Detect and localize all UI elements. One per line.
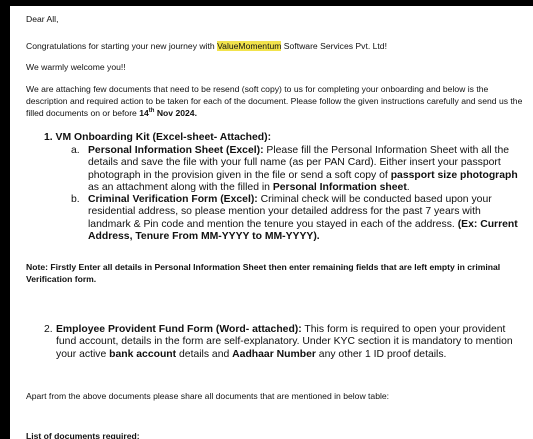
congrats-pre: Congratulations for starting your new jo…: [26, 41, 218, 51]
congratulations-line: Congratulations for starting your new jo…: [26, 41, 387, 53]
intro-text: We are attaching few documents that need…: [26, 84, 523, 118]
personal-info-sheet-bold: Personal Information sheet: [272, 181, 407, 193]
welcome-line: We warmly welcome you!!: [26, 62, 126, 72]
item1a-title: Personal Information Sheet (Excel):: [88, 145, 264, 156]
deadline-rest: Nov 2024.: [154, 108, 197, 118]
item2-title: Employee Provident Fund Form (Word- atta…: [56, 324, 302, 335]
note-paragraph: Note: Firstly Enter all details in Perso…: [26, 262, 501, 284]
item2-label: 2.: [44, 324, 53, 335]
deadline-day: 14: [139, 108, 149, 118]
company-highlight: ValueMomentum: [217, 41, 282, 51]
apart-line: Apart from the above documents please sh…: [26, 391, 390, 401]
intro-paragraph: We are attaching few documents that need…: [26, 83, 526, 119]
greeting: Dear All,: [26, 14, 59, 24]
congrats-post: Software Services Pvt. Ltd!: [281, 41, 387, 51]
passport-photo-bold: passport size photograph: [390, 169, 518, 181]
bank-account-bold: bank account: [109, 348, 177, 360]
aadhaar-bold: Aadhaar Number: [232, 348, 316, 360]
item1b-paragraph: Criminal Verification Form (Excel): Crim…: [88, 194, 518, 242]
item1b-title: Criminal Verification Form (Excel):: [88, 194, 258, 205]
list-heading: List of documents required:: [26, 431, 140, 439]
item1-title: 1. VM Onboarding Kit (Excel-sheet- Attac…: [44, 132, 272, 143]
item2-paragraph: Employee Provident Fund Form (Word- atta…: [56, 324, 513, 360]
email-body: Dear All, Congratulations for starting y…: [10, 6, 533, 439]
item1a-paragraph: Personal Information Sheet (Excel): Plea…: [88, 145, 518, 193]
